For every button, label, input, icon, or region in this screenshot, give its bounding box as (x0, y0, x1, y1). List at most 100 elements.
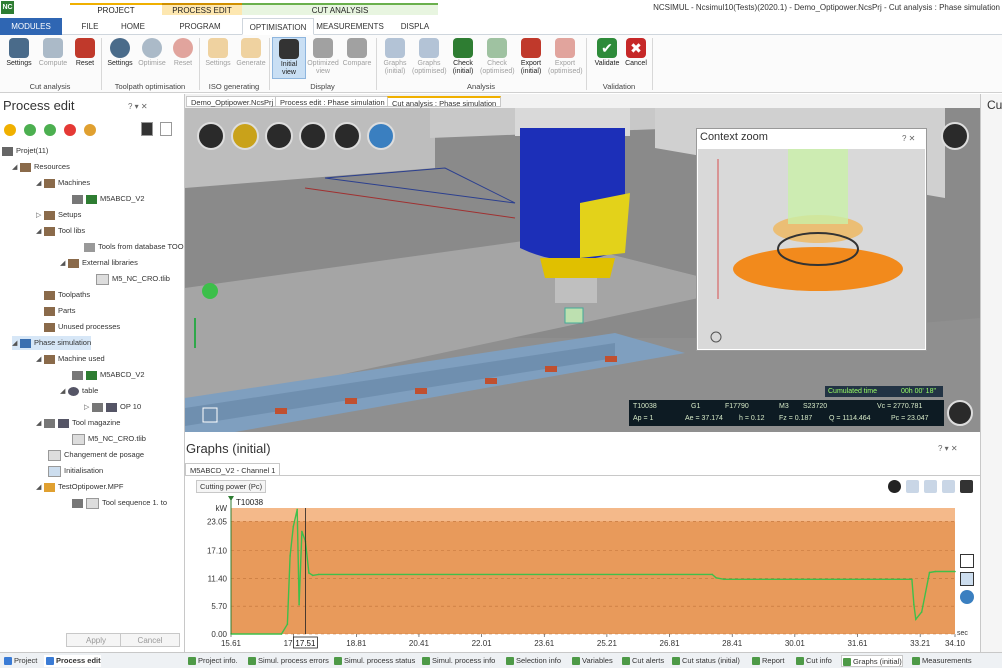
tab-project-info[interactable]: Project info. (187, 655, 238, 667)
expand-icon[interactable]: ◢ (36, 481, 44, 495)
cut-analysis-reset-button[interactable]: Reset (68, 37, 102, 79)
check-optimised-button[interactable]: Check (optimised) (480, 37, 515, 79)
tab-cut-alerts[interactable]: Cut alerts (621, 655, 664, 667)
tree-item-external-libraries[interactable]: ◢ External libraries (60, 256, 138, 270)
tab-variables[interactable]: Variables (571, 655, 613, 667)
initial-view-button[interactable]: Initial view (272, 37, 306, 79)
right-panel-collapsed[interactable]: Cu (980, 94, 1002, 668)
tab-project[interactable]: Project (2, 655, 37, 667)
sync-icon[interactable] (44, 124, 56, 136)
tab-channel-1[interactable]: M5ABCD_V2 - Channel 1 (185, 463, 281, 476)
graph-selector[interactable]: Cutting power (Pc) (196, 480, 266, 493)
export-graph-icon[interactable] (906, 480, 919, 493)
graphs-optimised-button[interactable]: Graphs (optimised) (412, 37, 447, 79)
toolpath-reset-button[interactable]: Reset (166, 37, 200, 79)
doc-tab-project[interactable]: Demo_Optipower.NcsPrj (186, 96, 279, 107)
fit-icon[interactable] (960, 554, 974, 568)
tree-item-tools-database[interactable]: Tools from database TOO (84, 240, 184, 254)
expand-icon[interactable]: ◢ (60, 385, 68, 399)
copy-icon[interactable] (942, 480, 955, 493)
tree-item-op10[interactable]: ▷ OP 10 (84, 400, 141, 414)
tab-process-edit[interactable]: Process edit (44, 655, 101, 667)
check-initial-button[interactable]: Check (initial) (446, 37, 480, 79)
tree-item-machine-used[interactable]: ◢ Machine used (36, 352, 105, 366)
detail-view-icon[interactable] (160, 122, 172, 136)
tab-graphs-initial[interactable]: Graphs (initial) (841, 655, 903, 667)
tree-item-setups[interactable]: ▷ Setups (36, 208, 81, 222)
tree-item-machine-used-model[interactable]: M5ABCD_V2 (72, 368, 145, 382)
graphs-controls[interactable]: ? ▾ ✕ (938, 444, 958, 453)
database-icon[interactable] (265, 122, 293, 150)
eye-icon[interactable] (72, 194, 83, 204)
tree-item-unused-processes[interactable]: Unused processes (44, 320, 120, 334)
camera-view-icon[interactable] (941, 122, 969, 150)
tree-item-machines[interactable]: ◢ Machines (36, 176, 90, 190)
print-icon[interactable] (924, 480, 937, 493)
doc-tab-process-edit[interactable]: Process edit : Phase simulation (275, 96, 390, 107)
eye-icon[interactable] (92, 402, 103, 412)
export-initial-button[interactable]: Export (initial) (514, 37, 548, 79)
section-icon[interactable] (333, 122, 361, 150)
toolpath-settings-button[interactable]: Settings (103, 37, 137, 79)
tab-simul-process-errors[interactable]: Simul. process errors (247, 655, 329, 667)
tab-modules[interactable]: MODULES (0, 18, 62, 35)
tree-item-machine[interactable]: M5ABCD_V2 (72, 192, 145, 206)
tab-simul-process-status[interactable]: Simul. process status (333, 655, 415, 667)
settings-graph-icon[interactable] (960, 590, 974, 604)
tree-item-magazine-tlib[interactable]: M5_NC_CRO.tlib (72, 432, 146, 446)
tree-item-tool-libs[interactable]: ◢ Tool libs (36, 224, 85, 238)
list-view-icon[interactable] (141, 122, 153, 136)
tab-program[interactable]: PROGRAM (170, 18, 230, 35)
zoom-graph-icon[interactable] (960, 572, 974, 586)
stop-icon[interactable] (64, 124, 76, 136)
optimized-view-button[interactable]: Optimized view (306, 37, 340, 79)
tree-item-initialisation[interactable]: Initialisation (48, 464, 103, 478)
material-icon[interactable] (231, 122, 259, 150)
expand-icon[interactable]: ◢ (12, 337, 20, 351)
tree-item-parts[interactable]: Parts (44, 304, 76, 318)
eye-icon[interactable] (72, 498, 83, 508)
tab-home[interactable]: HOME (110, 18, 156, 35)
add-icon[interactable] (4, 124, 16, 136)
cut-analysis-settings-button[interactable]: Settings (2, 37, 36, 79)
cancel-ribbon-button[interactable]: ✖ Cancel (619, 37, 653, 79)
tab-simul-process-info[interactable]: Simul. process info (421, 655, 495, 667)
apply-button[interactable]: Apply (66, 633, 126, 647)
optimise-button[interactable]: Optimise (135, 37, 169, 79)
expand-icon[interactable]: ◢ (12, 161, 20, 175)
options-icon[interactable] (84, 124, 96, 136)
tab-measurements[interactable]: MEASUREMENTS (314, 18, 386, 35)
generate-button[interactable]: Generate (234, 37, 268, 79)
tree-item-resources[interactable]: ◢ Resources (12, 160, 70, 174)
tree-item-changement-posage[interactable]: Changement de posage (48, 448, 144, 462)
compute-button[interactable]: Compute (36, 37, 70, 79)
tree-item-tool-sequence[interactable]: Tool sequence 1. to (72, 496, 167, 510)
tree-item-table[interactable]: ◢ table (60, 384, 98, 398)
collapse-icon[interactable]: ▷ (36, 209, 44, 223)
tree-item-tlib-file[interactable]: M5_NC_CRO.tlib (96, 272, 170, 286)
view-mode-icon[interactable] (197, 122, 225, 150)
tab-selection-info[interactable]: Selection info (505, 655, 561, 667)
camera-icon[interactable] (960, 480, 973, 493)
tree-item-tool-magazine[interactable]: ◢ Tool magazine (36, 416, 120, 430)
context-zoom-view[interactable] (698, 149, 925, 349)
expand-icon[interactable]: ◢ (36, 353, 44, 367)
export-optimised-button[interactable]: Export (optimised) (548, 37, 583, 79)
collapse-icon[interactable]: ▷ (84, 401, 92, 415)
simulation-3d-view[interactable]: Context zoom ? ✕ Cumulated time 00h 00' … (185, 108, 980, 432)
eye-icon[interactable] (72, 370, 83, 380)
tree-item-toolpaths[interactable]: Toolpaths (44, 288, 90, 302)
context-zoom-controls[interactable]: ? ✕ (902, 134, 915, 143)
rotate-icon[interactable] (367, 122, 395, 150)
record-icon[interactable] (947, 400, 973, 426)
expand-icon[interactable]: ◢ (60, 257, 68, 271)
tab-cut-status-initial[interactable]: Cut status (initial) (671, 655, 740, 667)
iso-settings-button[interactable]: Settings (201, 37, 235, 79)
tab-cut-info[interactable]: Cut info (795, 655, 832, 667)
tree-item-project[interactable]: Projet(11) (2, 144, 48, 158)
tab-measurements[interactable]: Measurements (911, 655, 972, 667)
compare-button[interactable]: Compare (340, 37, 374, 79)
expand-icon[interactable]: ◢ (36, 177, 44, 191)
eye-icon[interactable] (44, 418, 55, 428)
cancel-button[interactable]: Cancel (120, 633, 180, 647)
